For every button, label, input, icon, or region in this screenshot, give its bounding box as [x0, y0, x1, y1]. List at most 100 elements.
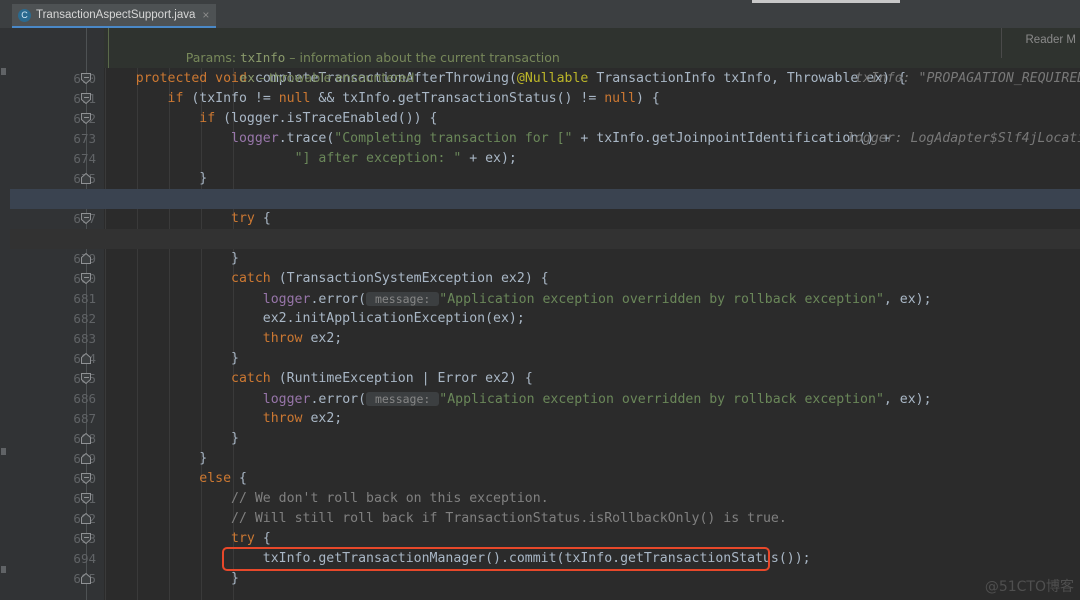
fold-collapse-icon[interactable]	[80, 529, 93, 549]
code-line-677[interactable]: try {	[104, 209, 1080, 229]
code-line-690[interactable]: else {	[104, 469, 1080, 489]
fold-expand-icon[interactable]	[80, 349, 93, 369]
code-token: if	[167, 91, 192, 106]
code-line-683[interactable]: throw ex2;	[104, 329, 1080, 349]
fold-collapse-icon[interactable]	[80, 469, 93, 489]
code-token: "Application exception overridden by rol…	[439, 392, 884, 407]
fold-collapse-icon[interactable]	[80, 369, 93, 389]
code-line-685[interactable]: catch (RuntimeException | Error ex2) {	[104, 369, 1080, 389]
editor-gutter[interactable]: 6706716726736746756766776786796806816826…	[10, 28, 104, 600]
code-token: .trace(	[278, 131, 335, 146]
fold-expand-icon[interactable]	[80, 429, 93, 449]
code-line-680[interactable]: catch (TransactionSystemException ex2) {	[104, 269, 1080, 289]
code-token: && txInfo.getTransactionStatus() !=	[318, 91, 605, 106]
code-token: (logger.isTraceEnabled()) {	[223, 111, 438, 126]
floating-window-edge	[752, 0, 900, 3]
code-token: try	[231, 531, 263, 546]
code-line-695[interactable]: }	[104, 569, 1080, 589]
editor-tab-transactionaspectsupport[interactable]: C TransactionAspectSupport.java ×	[12, 4, 217, 28]
code-token: catch	[231, 271, 279, 286]
code-line-692[interactable]: // Will still roll back if TransactionSt…	[104, 509, 1080, 529]
code-token: .error(	[310, 292, 367, 307]
code-token: , ex);	[883, 392, 932, 407]
reader-mode-label[interactable]: Reader M	[1026, 34, 1077, 46]
line-number-686[interactable]: 686	[26, 389, 96, 409]
line-number-682[interactable]: 682	[26, 309, 96, 329]
code-token: "Completing transaction for ["	[334, 131, 573, 146]
code-line-674[interactable]: "] after exception: " + ex);	[104, 149, 1080, 169]
code-token: }	[104, 171, 208, 186]
code-token: }	[104, 431, 239, 446]
code-token: // Will still roll back if TransactionSt…	[231, 511, 787, 526]
code-line-691[interactable]: // We don't roll back on this exception.	[104, 489, 1080, 509]
code-token: if	[199, 111, 224, 126]
code-token: null	[604, 91, 636, 106]
fold-collapse-icon[interactable]	[80, 69, 93, 89]
line-number-683[interactable]: 683	[26, 329, 96, 349]
code-token: try	[231, 211, 263, 226]
close-icon[interactable]: ×	[200, 9, 209, 21]
tab-label: TransactionAspectSupport.java	[36, 9, 196, 21]
code-line-693[interactable]: try {	[104, 529, 1080, 549]
code-line-687[interactable]: throw ex2;	[104, 409, 1080, 429]
fold-expand-icon[interactable]	[80, 509, 93, 529]
code-editor[interactable]: 6706716726736746756766776786796806816826…	[0, 28, 1080, 600]
fold-expand-icon[interactable]	[80, 169, 93, 189]
code-token: ) {	[636, 91, 660, 106]
java-class-icon: C	[18, 8, 31, 22]
fold-expand-icon[interactable]	[80, 569, 93, 589]
code-line-672[interactable]: if (logger.isTraceEnabled()) {	[104, 109, 1080, 129]
code-token: throw	[262, 331, 311, 346]
code-token: ex2;	[310, 331, 343, 346]
code-line-671[interactable]: if (txInfo != null && txInfo.getTransact…	[104, 89, 1080, 109]
code-line-686[interactable]: logger.error( message: "Application exce…	[104, 389, 1080, 409]
code-line-684[interactable]: }	[104, 349, 1080, 369]
editor-left-rail	[0, 28, 10, 600]
code-token: txInfo.getTransactionManager().commit(tx…	[104, 551, 811, 566]
code-token: logger	[262, 392, 311, 407]
code-token: // We don't roll back on this exception.	[231, 491, 549, 506]
code-token: @Nullable	[516, 71, 597, 86]
line-number-687[interactable]: 687	[26, 409, 96, 429]
code-line-675[interactable]: }	[104, 169, 1080, 189]
line-number-674[interactable]: 674	[26, 149, 96, 169]
code-line-694[interactable]: txInfo.getTransactionManager().commit(tx…	[104, 549, 1080, 569]
line-number-681[interactable]: 681	[26, 289, 96, 309]
fold-collapse-icon[interactable]	[80, 489, 93, 509]
editor-tab-bar: C TransactionAspectSupport.java ×	[0, 4, 1080, 28]
fold-collapse-icon[interactable]	[80, 209, 93, 229]
code-token: }	[104, 571, 239, 586]
code-token: {	[238, 471, 247, 486]
line-number-673[interactable]: 673	[26, 129, 96, 149]
code-line-681[interactable]: logger.error( message: "Application exce…	[104, 289, 1080, 309]
code-line-688[interactable]: }	[104, 429, 1080, 449]
fold-expand-icon[interactable]	[80, 449, 93, 469]
fold-expand-icon[interactable]	[80, 249, 93, 269]
watermark: @51CTO博客	[984, 579, 1074, 595]
code-token: {	[262, 211, 271, 226]
reader-mode-separator	[1001, 28, 1002, 58]
code-token: "Application exception overridden by rol…	[439, 292, 884, 307]
code-surface[interactable]: protected void completeTransactionAfterT…	[104, 28, 1080, 600]
code-token: }	[104, 351, 239, 366]
code-token: .error(	[310, 392, 367, 407]
code-line-689[interactable]: }	[104, 449, 1080, 469]
line-number-694[interactable]: 694	[26, 549, 96, 569]
fold-collapse-icon[interactable]	[80, 269, 93, 289]
code-line-679[interactable]: }	[104, 249, 1080, 269]
code-line-682[interactable]: ex2.initApplicationException(ex);	[104, 309, 1080, 329]
fold-collapse-icon[interactable]	[80, 89, 93, 109]
fold-collapse-icon[interactable]	[80, 109, 93, 129]
